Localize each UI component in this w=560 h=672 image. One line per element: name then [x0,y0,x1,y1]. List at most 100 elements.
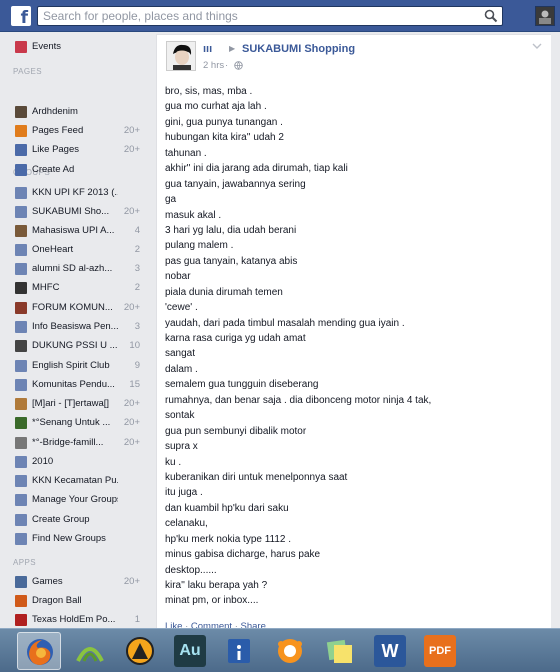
sidebar-item[interactable]: Komunitas Pendu... 15 [0,376,155,395]
post-timestamp[interactable]: 2 hrs [203,60,224,71]
taskbar-avast-button[interactable] [268,632,312,670]
sidebar-item[interactable]: Manage Your Groups [0,491,155,510]
post-text-line: ku . [165,456,182,468]
sidebar-item[interactable]: Info Beasiswa Pen... 3 [0,318,155,337]
os-taskbar: Au W PDF [0,628,560,672]
post-text-line: desktop...... [165,564,217,576]
sidebar-item[interactable]: Dragon Ball [0,592,155,611]
sidebar-item[interactable]: KKN Kecamatan Pu... [0,472,155,491]
sidebar-item[interactable]: Mahasiswa UPI A... 4 [0,222,155,241]
left-sidebar: PAGES GROUPS APPS Events Ardhdenim Pages Feed… [0,33,155,628]
post-text-line: yaudah, dari pada timbul masalah mending… [165,317,405,329]
sidebar-item[interactable]: *°Senang Untuk ... 20+ [0,414,155,433]
sidebar-item[interactable]: English Spirit Club 9 [0,357,155,376]
sidebar-item-count: 20+ [123,302,140,313]
sidebar-item-count: 10 [129,340,140,351]
sidebar-item-label: [M]ari - [T]ertawa[] [32,398,110,409]
taskbar-info-app-button[interactable] [218,632,262,670]
taskbar-wifi-manager-button[interactable] [68,632,112,670]
post-text-line: piala dunia dirumah temen [165,286,283,298]
taskbar-pdf-button[interactable]: PDF [418,632,462,670]
sidebar-item[interactable]: Find New Groups [0,530,155,549]
sidebar-item-count: 20+ [123,576,140,587]
sidebar-item-count: 15 [129,379,140,390]
sidebar-item[interactable]: Pages Feed 20+ [0,122,155,141]
facebook-logo-icon[interactable]: f [11,6,31,26]
sidebar-item-label: Create Group [32,514,90,525]
sidebar-item[interactable]: 2010 [0,453,155,472]
post-text-line: ga [165,194,177,206]
sidebar-item[interactable]: Create Ad [0,161,155,180]
post-text-line: hubungan kita kira'' udah 2 [165,132,284,144]
sidebar-item[interactable]: [M]ari - [T]ertawa[] 20+ [0,395,155,414]
group-icon [15,340,27,352]
post-text-line: 'cewe' . [165,302,198,314]
sidebar-item-count: 1 [134,614,140,625]
sidebar-item[interactable]: Ardhdenim [0,103,155,122]
sidebar-item[interactable]: Create Group [0,511,155,530]
sidebar-item[interactable]: MHFC 2 [0,279,155,298]
games-icon [15,576,27,588]
post-group-name[interactable]: SUKABUMI Shopping [242,43,355,55]
search-input[interactable] [38,7,478,25]
search-icon[interactable] [484,9,498,23]
sidebar-item-label: Dragon Ball [32,595,82,606]
sidebar-item-count: 3 [134,321,140,332]
search-box[interactable] [37,6,503,26]
group-icon [15,437,27,449]
sidebar-item[interactable]: SUKABUMI Sho... 20+ [0,203,155,222]
sidebar-item-label: Mahasiswa UPI A... [32,225,115,236]
taskbar-app-label: W [381,641,399,661]
sidebar-item-label: Pages Feed [32,125,84,136]
sidebar-item-count: 20+ [123,125,140,136]
taskbar-audition-button[interactable]: Au [168,632,212,670]
sidebar-item[interactable]: *°-Bridge-famill... 20+ [0,434,155,453]
sidebar-item-label: MHFC [32,282,60,293]
post-text-line: akhir'' ini dia jarang ada dirumah, tiap… [165,163,348,175]
sidebar-item[interactable]: FORUM KOMUN... 20+ [0,299,155,318]
post-text-line: supra x [165,441,198,453]
post-options-chevron-down-icon[interactable] [531,40,543,52]
sidebar-item[interactable]: alumni SD al-azh... 3 [0,260,155,279]
group-icon [15,225,27,237]
sidebar-item[interactable]: Events [0,38,155,57]
taskbar-sticky-notes-button[interactable] [318,632,362,670]
profile-avatar[interactable] [535,6,555,26]
audience-globe-icon[interactable] [234,61,243,70]
sidebar-item[interactable]: DUKUNG PSSI U ... 10 [0,337,155,356]
find-groups-icon [15,533,27,545]
taskbar-app-label: Au [179,642,201,659]
taskbar-word-button[interactable]: W [368,632,412,670]
post-text-line: masuk akal . [165,209,222,221]
timestamp-separator: · [225,60,229,71]
group-icon [15,302,27,314]
post-text-line: pas gua tanyain, katanya abis [165,255,298,267]
group-icon [15,360,27,372]
sidebar-item[interactable]: OneHeart 2 [0,241,155,260]
sidebar-item-count: 20+ [123,206,140,217]
sidebar-item-label: KKN UPI KF 2013 (... [32,187,118,198]
taskbar-aimp-button[interactable] [118,632,162,670]
sidebar-item-count: 20+ [123,417,140,428]
post-text-line: itu juga . [165,487,203,499]
taskbar-firefox-button[interactable] [17,632,61,670]
group-icon [15,321,27,333]
group-icon [15,398,27,410]
post-text-line: nobar [165,271,191,283]
group-icon [15,282,27,294]
post-text-line: tahunan . [165,147,207,159]
sidebar-item-label: Info Beasiswa Pen... [32,321,118,332]
sidebar-item-label: 2010 [32,456,54,467]
manage-groups-icon [15,494,27,506]
author-avatar[interactable] [166,41,196,71]
sidebar-item[interactable]: Games 20+ [0,573,155,592]
sidebar-item[interactable]: Like Pages 20+ [0,141,155,160]
sidebar-item[interactable]: Texas HoldEm Po... 1 [0,611,155,628]
group-icon [15,206,27,218]
post-text-line: gua mo curhat aja lah . [165,101,267,113]
sidebar-item[interactable]: KKN UPI KF 2013 (... [0,184,155,203]
post-text-line: gua tanyain, jawabannya sering [165,178,306,190]
sidebar-item-label: Ardhdenim [32,106,78,117]
post-author-name[interactable]: ııı [203,43,212,55]
post-text-line: 3 hari yg lalu, dia udah berani [165,224,297,236]
